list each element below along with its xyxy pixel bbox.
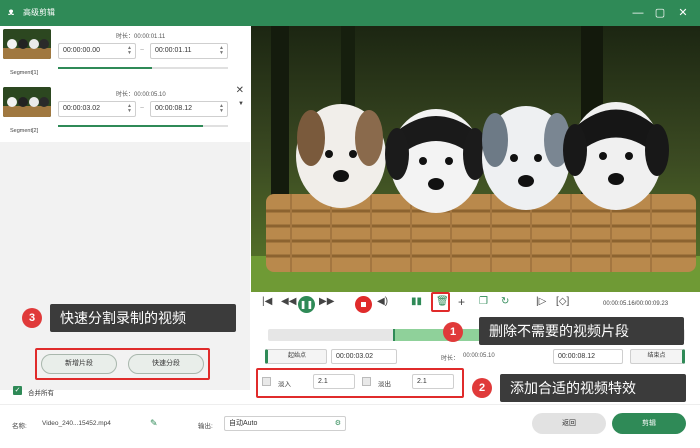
step-badge-3: 3 bbox=[22, 308, 42, 328]
refresh-icon[interactable]: ↻ bbox=[501, 296, 509, 308]
copy-icon[interactable]: ❐ bbox=[479, 296, 488, 308]
segment-thumbnail bbox=[3, 29, 51, 59]
volume-icon[interactable]: ◀) bbox=[377, 296, 388, 308]
edit-button[interactable]: 剪辑 bbox=[612, 413, 686, 434]
stop-icon[interactable] bbox=[355, 296, 372, 313]
fade-out-field[interactable]: 2.1 bbox=[412, 374, 454, 389]
segment-duration: 时长：00:00:01.11 bbox=[116, 34, 166, 40]
rewind-icon[interactable]: ◀◀ bbox=[281, 296, 296, 308]
puppies-video-frame bbox=[251, 26, 700, 292]
app-logo-icon: ᴥ bbox=[8, 7, 15, 18]
end-point-button[interactable]: 结束点 bbox=[630, 349, 685, 364]
segment-start-field[interactable]: 00:00:00.00 ▲ ▼ bbox=[58, 43, 136, 59]
split-callout: 快速分割录制的视频 bbox=[50, 304, 236, 332]
segment-end-field[interactable]: 00:00:01.11 ▲ ▼ bbox=[150, 43, 228, 59]
jump-end-icon[interactable]: [◇] bbox=[556, 296, 569, 308]
fade-in-checkbox[interactable] bbox=[262, 377, 271, 386]
rename-icon[interactable]: ✎ bbox=[150, 418, 158, 429]
time-display: 00:00:05.16/00:00:09.23 bbox=[603, 301, 669, 307]
maximize-icon[interactable]: ▢ bbox=[652, 5, 668, 21]
pause-icon[interactable]: ❚❚ bbox=[298, 296, 315, 313]
output-select[interactable]: 自动Auto ⚙ bbox=[224, 416, 346, 431]
file-name: Video_240...15452.mp4 bbox=[42, 420, 111, 427]
segment-start-field[interactable]: 00:00:03.02 ▲ ▼ bbox=[58, 101, 136, 117]
add-icon[interactable]: + bbox=[458, 296, 465, 308]
fade-out-label: 淡出 bbox=[378, 381, 391, 388]
delete-callout: 删除不需要的视频片段 bbox=[479, 317, 684, 345]
range-separator: ~ bbox=[140, 105, 145, 112]
back-button[interactable]: 返回 bbox=[532, 413, 606, 434]
title-bar: ᴥ 高级剪辑 — ▢ ✕ bbox=[0, 0, 700, 26]
duration-value: 00:00:05.10 bbox=[463, 353, 495, 359]
segment-progress-bar bbox=[58, 67, 228, 69]
segment-item[interactable]: Segment[2] 时长：00:00:05.10 00:00:03.02 ▲ ▼ … bbox=[0, 84, 250, 142]
previous-frame-icon[interactable]: |◀ bbox=[262, 296, 272, 308]
fade-out-checkbox[interactable] bbox=[362, 377, 371, 386]
segment-progress-bar bbox=[58, 125, 228, 127]
range-separator: ~ bbox=[140, 47, 145, 54]
window-title: 高级剪辑 bbox=[23, 8, 55, 17]
minimize-icon[interactable]: — bbox=[630, 5, 646, 21]
close-segment-icon[interactable]: ✕ bbox=[236, 86, 244, 96]
stepper-icon: ▲ ▼ bbox=[127, 103, 132, 114]
close-icon[interactable]: ✕ bbox=[675, 5, 691, 21]
segment-panel: Segment[1] 时长：00:00:01.11 00:00:00.00 ▲ ▼ … bbox=[0, 26, 250, 390]
stepper-icon: ▲ ▼ bbox=[219, 45, 224, 56]
segment-label: Segment[2] bbox=[10, 128, 39, 134]
fade-in-label: 淡入 bbox=[278, 381, 291, 388]
segment-duration: 时长：00:00:05.10 bbox=[116, 92, 166, 98]
video-preview[interactable] bbox=[251, 26, 700, 292]
quick-split-button[interactable]: 快速分段 bbox=[128, 354, 204, 374]
forward-icon[interactable]: ▶▶ bbox=[319, 296, 334, 308]
fade-in-field[interactable]: 2.1 bbox=[313, 374, 355, 389]
split-marker-icon[interactable]: ▮▮ bbox=[411, 296, 422, 308]
duration-label: 时长： bbox=[441, 356, 460, 362]
output-label: 输出: bbox=[198, 423, 213, 430]
jump-start-icon[interactable]: |▷ bbox=[536, 296, 546, 308]
stepper-icon: ▲ ▼ bbox=[219, 103, 224, 114]
merge-all-label: 合并所有 bbox=[28, 390, 54, 397]
segment-thumbnail bbox=[3, 87, 51, 117]
chevron-down-icon[interactable]: ▼ bbox=[238, 101, 244, 107]
effects-callout: 添加合适的视频特效 bbox=[500, 374, 686, 402]
segment-item[interactable]: Segment[1] 时长：00:00:01.11 00:00:00.00 ▲ ▼ … bbox=[0, 26, 250, 84]
settings-gear-icon: ⚙ bbox=[334, 420, 341, 427]
segment-label: Segment[1] bbox=[10, 70, 39, 76]
stepper-icon: ▲ ▼ bbox=[127, 45, 132, 56]
new-segment-button[interactable]: 新增片段 bbox=[41, 354, 117, 374]
delete-icon[interactable]: 🗑 bbox=[436, 296, 449, 308]
start-time-field[interactable]: 00:00:03.02 bbox=[331, 349, 397, 364]
end-time-field[interactable]: 00:00:08.12 bbox=[553, 349, 623, 364]
name-label: 名称: bbox=[12, 423, 27, 430]
segment-end-field[interactable]: 00:00:08.12 ▲ ▼ bbox=[150, 101, 228, 117]
step-badge-2: 2 bbox=[472, 378, 492, 398]
merge-all-checkbox[interactable]: ✓ bbox=[13, 386, 22, 395]
step-badge-1: 1 bbox=[443, 322, 463, 342]
start-point-button[interactable]: 起始点 bbox=[265, 349, 327, 364]
